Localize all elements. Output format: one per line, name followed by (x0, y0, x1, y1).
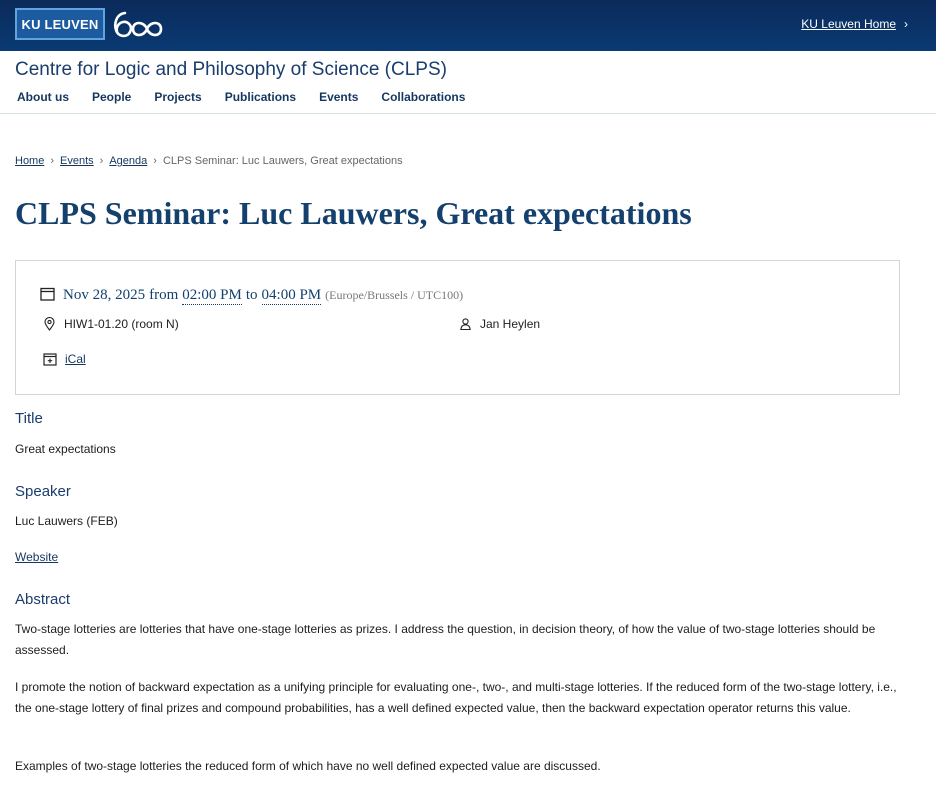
abstract-paragraph: Examples of two-stage lotteries the redu… (15, 759, 601, 773)
from-label: from (149, 287, 179, 303)
to-label: to (245, 287, 258, 303)
breadcrumb: Home › Events › Agenda › CLPS Seminar: L… (15, 155, 403, 167)
breadcrumb-events[interactable]: Events (60, 155, 94, 167)
breadcrumb-separator: › (50, 155, 55, 167)
nav-people[interactable]: People (92, 90, 131, 104)
abstract-paragraph: I promote the notion of backward expecta… (15, 680, 897, 715)
event-timezone: (Europe/Brussels / UTC100) (325, 288, 464, 302)
calendar-plus-icon (43, 353, 57, 366)
nav-about-us[interactable]: About us (17, 90, 69, 104)
event-contact-row: Jan Heylen (460, 317, 540, 331)
main-nav: About us People Projects Publications Ev… (17, 90, 488, 104)
speaker-heading: Speaker (15, 483, 71, 500)
ku-leuven-home-link[interactable]: KU Leuven Home (801, 17, 896, 31)
ical-link[interactable]: iCal (65, 352, 86, 366)
600-anniversary-logo (113, 11, 163, 38)
site-title[interactable]: Centre for Logic and Philosophy of Scien… (15, 59, 447, 81)
title-heading: Title (15, 410, 43, 427)
event-location-row: HIW1-01.20 (room N) (44, 317, 179, 331)
breadcrumb-separator: › (99, 155, 104, 167)
map-pin-icon (44, 317, 55, 331)
event-start-time: 02:00 PM (182, 287, 242, 305)
event-location: HIW1-01.20 (room N) (64, 317, 179, 331)
nav-events[interactable]: Events (319, 90, 358, 104)
nav-projects[interactable]: Projects (154, 90, 201, 104)
breadcrumb-home[interactable]: Home (15, 155, 44, 167)
abstract-heading: Abstract (15, 591, 71, 608)
header-divider (0, 113, 936, 114)
breadcrumb-current: CLPS Seminar: Luc Lauwers, Great expecta… (162, 155, 403, 167)
event-end-time: 04:00 PM (261, 287, 322, 305)
page-title: CLPS Seminar: Luc Lauwers, Great expecta… (15, 195, 692, 231)
title-value: Great expectations (15, 442, 116, 456)
event-date: Nov 28, 2025 (63, 287, 146, 303)
ku-leuven-logo[interactable]: KU LEUVEN (15, 8, 105, 40)
nav-collaborations[interactable]: Collaborations (381, 90, 465, 104)
website-link-wrapper: Website (15, 547, 915, 568)
event-info-box: Nov 28, 2025 from 02:00 PM to 04:00 PM (… (15, 260, 900, 395)
breadcrumb-separator: › (153, 155, 157, 167)
top-banner: KU LEUVEN KU Leuven Home › (0, 0, 936, 51)
person-icon (460, 318, 471, 330)
event-contact: Jan Heylen (480, 317, 541, 331)
website-link[interactable]: Website (15, 550, 58, 564)
nav-publications[interactable]: Publications (225, 90, 296, 104)
ical-row: iCal (43, 352, 86, 366)
event-date-row: Nov 28, 2025 from 02:00 PM to 04:00 PM (… (40, 284, 463, 305)
calendar-icon (40, 287, 55, 301)
breadcrumb-agenda[interactable]: Agenda (109, 155, 147, 167)
chevron-right-icon: › (904, 17, 908, 31)
abstract-paragraph: Two-stage lotteries are lotteries that h… (15, 622, 876, 657)
speaker-value: Luc Lauwers (FEB) (15, 514, 118, 528)
